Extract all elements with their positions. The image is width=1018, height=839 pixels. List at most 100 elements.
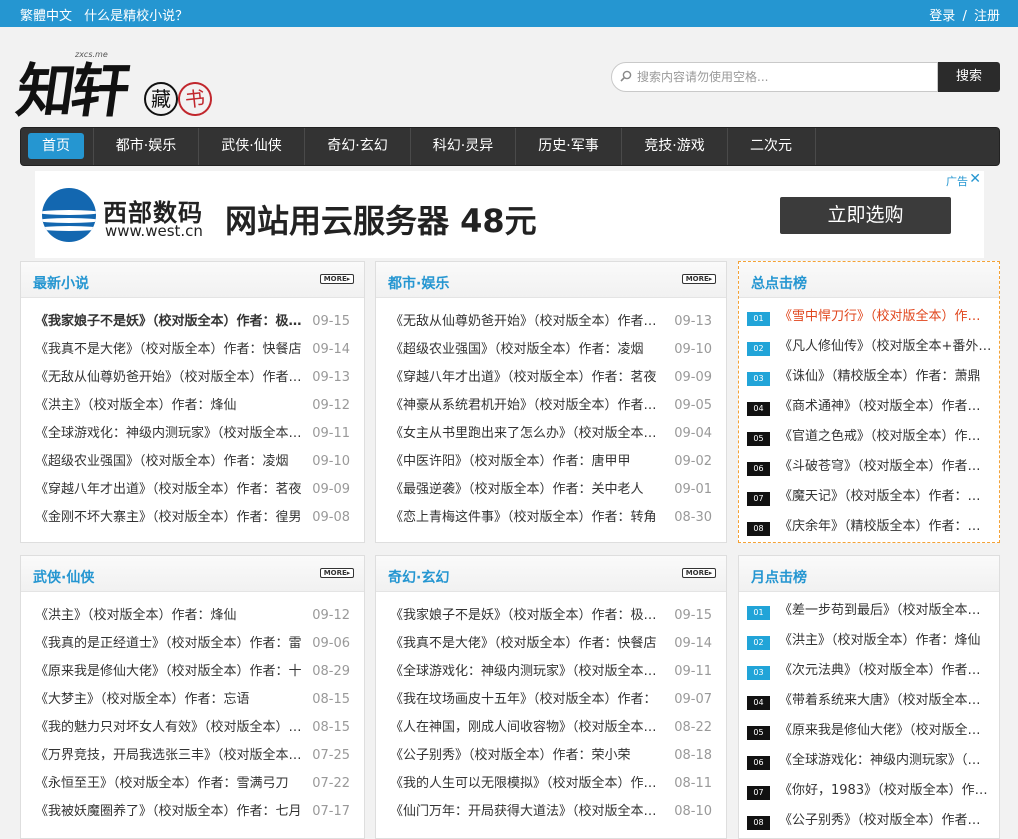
book-title-link[interactable]: 《神豪从系统君机开始》（校对版全本）作者：文 (390, 396, 665, 416)
book-date: 08-22 (674, 720, 712, 735)
nav-item-acg[interactable]: 二次元 (728, 128, 814, 165)
top-bar: 繁體中文 什么是精校小说？ 登录 / 注册 (0, 0, 1018, 27)
nav-item-history[interactable]: 历史·军事 (516, 128, 621, 165)
list-item: 《穿越八年才出道》（校对版全本）作者：茗夜 09-09 (390, 368, 712, 396)
book-title-link[interactable]: 《穿越八年才出道》（校对版全本）作者：茗夜 (35, 480, 310, 500)
book-title-link[interactable]: 《大梦主》（校对版全本）作者：忘语 (35, 690, 310, 710)
panel-title[interactable]: 都市·娱乐 (388, 273, 449, 293)
book-title-link[interactable]: 《穿越八年才出道》（校对版全本）作者：茗夜 (390, 368, 665, 388)
rank-book-link[interactable]: 《差一步苟到最后》（校对版全本）作者： (779, 600, 993, 622)
rank-book-link[interactable]: 《凡人修仙传》（校对版全本+番外）作者：忘语 (779, 336, 993, 358)
rank-book-link[interactable]: 《次元法典》（校对版全本）作者：西贝猫 (779, 660, 993, 682)
book-title-link[interactable]: 《无敌从仙尊奶爸开始》（校对版全本）作者：雪洛 (390, 312, 665, 332)
book-title-link[interactable]: 《仙门万年：开局获得大道法》（校对版全本）作者 (390, 802, 665, 822)
book-date: 09-15 (674, 608, 712, 623)
rank-book-link[interactable]: 《魔天记》（校对版全本）作者：忘语 (779, 486, 993, 508)
book-title-link[interactable]: 《我真不是大佬》（校对版全本）作者：快餐店 (390, 634, 665, 654)
rank-book-link[interactable]: 《官道之色戒》（校对版全本）作者：钓人的鱼 (779, 426, 993, 448)
nav-item-home[interactable]: 首页 (21, 128, 91, 165)
rank-book-link[interactable]: 《庆余年》（精校版全本）作者：猫腻 (779, 516, 993, 538)
book-title-link[interactable]: 《原来我是修仙大佬》（校对版全本）作者：十 (35, 662, 310, 682)
book-title-link[interactable]: 《无敌从仙尊奶爸开始》（校对版全本）作者：雪洛 (35, 368, 310, 388)
ad-close-icon[interactable]: ✕ (969, 171, 981, 187)
book-title-link[interactable]: 《我家娘子不是妖》（校对版全本）作者：极品妖孽 (390, 606, 665, 626)
search-button[interactable]: 搜索 (938, 62, 1000, 92)
book-date: 09-11 (312, 426, 350, 441)
book-title-link[interactable]: 《全球游戏化：神级内测玩家》（校对版全本）作者 (35, 424, 310, 444)
more-button[interactable]: MORE▸ (682, 568, 716, 578)
rank-book-link[interactable]: 《斗破苍穹》（校对版全本）作者：天蚕土豆 (779, 456, 993, 478)
book-date: 09-10 (312, 454, 350, 469)
rank-book-link[interactable]: 《商术通神》（校对版全本）作者：三戒大师 (779, 396, 993, 418)
rank-item: 03 《诛仙》（精校版全本）作者：萧鼎 (747, 366, 993, 396)
book-title-link[interactable]: 《公子别秀》（校对版全本）作者：荣小荣 (390, 746, 665, 766)
book-title-link[interactable]: 《中医许阳》（校对版全本）作者：唐甲甲 (390, 452, 665, 472)
ad-slogan: 网站用云服务器 48元 (225, 202, 537, 240)
book-title-link[interactable]: 《我在坟场画皮十五年》（校对版全本）作者： (390, 690, 665, 710)
register-link[interactable]: 注册 (974, 9, 1000, 24)
more-button[interactable]: MORE▸ (320, 274, 354, 284)
book-title-link[interactable]: 《恋上青梅这件事》（校对版全本）作者：转角 (390, 508, 665, 528)
rank-book-link[interactable]: 《全球游戏化：神级内测玩家》（校对版全本） (779, 750, 993, 772)
book-title-link[interactable]: 《超级农业强国》（校对版全本）作者：凌烟 (35, 452, 310, 472)
rank-item: 08 《庆余年》（精校版全本）作者：猫腻 (747, 516, 993, 546)
rank-book-link[interactable]: 《原来我是修仙大佬》（校对版全本）作者 (779, 720, 993, 742)
book-title-link[interactable]: 《永恒至王》（校对版全本）作者：雪满弓刀 (35, 774, 310, 794)
nav-item-urban[interactable]: 都市·娱乐 (94, 128, 198, 165)
rank-number: 07 (747, 492, 770, 506)
ad-cta-button[interactable]: 立即选购 (780, 197, 951, 234)
site-logo[interactable]: 知轩 zxcs.me 藏 书 (13, 44, 218, 125)
nav-item-fantasy[interactable]: 奇幻·玄幻 (305, 128, 410, 165)
book-title-link[interactable]: 《我真的是正经道士》（校对版全本）作者：雷 (35, 634, 310, 654)
panel-title[interactable]: 最新小说 (33, 273, 89, 293)
book-date: 09-10 (674, 342, 712, 357)
nav-item-wuxia[interactable]: 武侠·仙侠 (199, 128, 304, 165)
more-button[interactable]: MORE▸ (320, 568, 354, 578)
rank-book-link[interactable]: 《公子别秀》（校对版全本）作者：荣小荣 (779, 810, 993, 832)
rank-title: 总点击榜 (751, 276, 807, 292)
book-title-link[interactable]: 《我的人生可以无限模拟》（校对版全本）作者： (390, 774, 665, 794)
list-item: 《中医许阳》（校对版全本）作者：唐甲甲 09-02 (390, 452, 712, 480)
more-button[interactable]: MORE▸ (682, 274, 716, 284)
book-title-link[interactable]: 《最强逆袭》（校对版全本）作者：关中老人 (390, 480, 665, 500)
search-input[interactable] (637, 67, 932, 87)
book-title-link[interactable]: 《洪主》（校对版全本）作者：烽仙 (35, 396, 310, 416)
book-date: 09-07 (674, 692, 712, 707)
book-title-link[interactable]: 《人在神国，刚成人间收容物》（校对版全本）作者 (390, 718, 665, 738)
list-item: 《仙门万年：开局获得大道法》（校对版全本）作者 08-10 (390, 802, 712, 830)
slash-separator: / (962, 9, 967, 24)
book-title-link[interactable]: 《超级农业强国》（校对版全本）作者：凌烟 (390, 340, 665, 360)
book-list: 《我家娘子不是妖》（校对版全本）作者：极品妖孽 09-15 《我真不是大佬》（校对… (390, 606, 712, 830)
book-title-link[interactable]: 《我被妖魔圈养了》（校对版全本）作者：七月 (35, 802, 310, 822)
top-bar-right: 登录 / 注册 (929, 5, 1000, 24)
ad-banner[interactable]: 西部数码 www.west.cn 网站用云服务器 48元 立即选购 广告 ✕ (35, 171, 984, 258)
book-title-link[interactable]: 《金刚不坏大寨主》（校对版全本）作者：徨男 (35, 508, 310, 528)
traditional-chinese-link[interactable]: 繁體中文 (20, 9, 72, 24)
rank-number: 02 (747, 342, 770, 356)
book-date: 09-04 (674, 426, 712, 441)
rank-book-link[interactable]: 《洪主》（校对版全本）作者：烽仙 (779, 630, 993, 652)
book-title-link[interactable]: 《我家娘子不是妖》（校对版全本）作者：极品妖孽 (35, 312, 310, 332)
about-link[interactable]: 什么是精校小说？ (84, 9, 188, 24)
rank-book-link[interactable]: 《带着系统来大唐》（校对版全本）作者 (779, 690, 993, 712)
rank-book-link[interactable]: 《你好，1983》（校对版全本）作者： (779, 780, 993, 802)
panel-title[interactable]: 武侠·仙侠 (33, 567, 94, 587)
book-title-link[interactable]: 《万界竞技，开局我选张三丰》（校对版全本）作者 (35, 746, 310, 766)
rank-number: 06 (747, 462, 770, 476)
book-title-link[interactable]: 《洪主》（校对版全本）作者：烽仙 (35, 606, 310, 626)
book-title-link[interactable]: 《女主从书里跑出来了怎么办》（校对版全本）作者 (390, 424, 665, 444)
panel-title[interactable]: 奇幻·玄幻 (388, 567, 449, 587)
rank-book-link[interactable]: 《诛仙》（精校版全本）作者：萧鼎 (779, 366, 993, 388)
login-link[interactable]: 登录 (929, 9, 955, 24)
rank-book-link[interactable]: 《雪中悍刀行》（校对版全本）作者：烽火戏诸侯 (779, 306, 993, 328)
rank-item: 05 《官道之色戒》（校对版全本）作者：钓人的鱼 (747, 426, 993, 456)
book-date: 09-02 (674, 454, 712, 469)
book-title-link[interactable]: 《我的魅力只对坏女人有效》（校对版全本）作者 (35, 718, 310, 738)
nav-item-games[interactable]: 竞技·游戏 (622, 128, 727, 165)
logo-stamp-1: 藏 (144, 82, 178, 116)
list-item: 《我真不是大佬》（校对版全本）作者：快餐店 09-14 (35, 340, 350, 368)
book-title-link[interactable]: 《我真不是大佬》（校对版全本）作者：快餐店 (35, 340, 310, 360)
nav-item-scifi[interactable]: 科幻·灵异 (411, 128, 515, 165)
rank-month-clicks: 月点击榜 01 《差一步苟到最后》（校对版全本）作者： 02 《洪主》（校对版全本）… (738, 555, 1000, 839)
book-title-link[interactable]: 《全球游戏化：神级内测玩家》（校对版全本）作者 (390, 662, 665, 682)
